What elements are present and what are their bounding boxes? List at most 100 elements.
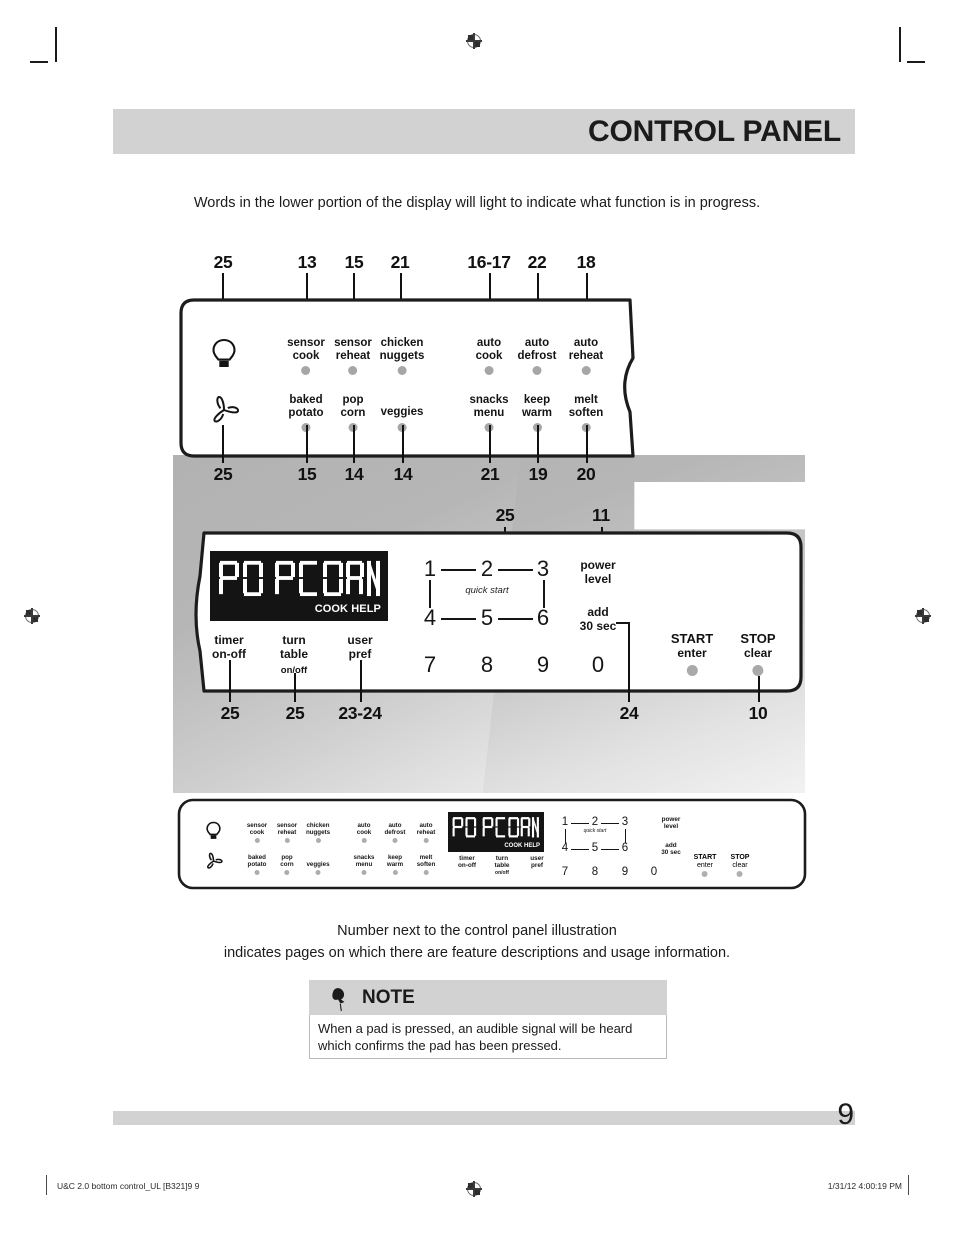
lcd-segment-text — [219, 560, 380, 597]
mini-key-6[interactable]: 6 — [622, 842, 628, 854]
mini-key-4[interactable]: 4 — [562, 842, 568, 854]
label-power-level[interactable]: power level — [580, 558, 616, 586]
mini-pad-sensor-cook[interactable]: sensor cook — [247, 822, 267, 843]
key-3[interactable]: 3 — [537, 556, 549, 582]
mini-pad-auto-cook[interactable]: auto cook — [357, 822, 371, 843]
key-8[interactable]: 8 — [481, 652, 493, 678]
key-7[interactable]: 7 — [424, 652, 436, 678]
mini-key-3[interactable]: 3 — [622, 816, 628, 828]
registration-mark-left — [24, 608, 40, 624]
callout-21-top: 21 — [390, 252, 410, 272]
pad-sensor-cook[interactable]: sensor cook — [287, 337, 325, 376]
mini-pad-chicken-nuggets[interactable]: chicken nuggets — [306, 822, 330, 843]
add-30-sec-line2: 30 sec — [579, 618, 617, 633]
mini-stop-clear-button[interactable]: STOP clear — [731, 854, 749, 878]
start-enter-button[interactable]: START enter — [671, 632, 713, 676]
key-6[interactable]: 6 — [537, 605, 549, 631]
mini-lcd-display: COOK HELP — [448, 812, 544, 852]
stop-label: STOP — [740, 631, 776, 646]
footer-left-text: U&C 2.0 bottom control_UL [B321]9 9 — [57, 1181, 200, 1191]
mini-pad-keep-warm[interactable]: keep warm — [387, 854, 403, 875]
pad-auto-defrost[interactable]: auto defrost — [518, 337, 556, 376]
fan-icon — [213, 395, 240, 423]
mini-pad-auto-reheat[interactable]: auto reheat — [416, 822, 436, 843]
pad-sensor-reheat[interactable]: sensor reheat — [334, 337, 372, 376]
pad-label-line2: reheat — [335, 349, 371, 362]
label-add-30-sec[interactable]: add 30 sec — [579, 605, 617, 633]
mini-lcd-segment-text — [452, 817, 539, 838]
mini-label-power-level[interactable]: power level — [662, 816, 681, 830]
quick-start-label: quick start — [465, 585, 509, 596]
note-text: When a pad is pressed, an audible signal… — [318, 1021, 633, 1053]
pad-auto-reheat[interactable]: auto reheat — [568, 337, 604, 376]
mini-connector-5-6 — [601, 849, 619, 850]
indicator-dot — [348, 366, 358, 376]
pad-label-line2: reheat — [568, 349, 604, 362]
key-2[interactable]: 2 — [481, 556, 493, 582]
mini-pad-sensor-reheat[interactable]: sensor reheat — [277, 822, 297, 843]
pad-label-line1: veggies — [380, 406, 424, 418]
mini-pad-auto-defrost[interactable]: auto defrost — [384, 822, 406, 843]
mini-pad-pop-corn[interactable]: pop corn — [280, 854, 294, 875]
clear-label: clear — [743, 646, 773, 660]
leader-line-25a-main-below — [229, 660, 231, 702]
light-bulb-icon — [206, 821, 221, 839]
mini-cook-help-indicator: COOK HELP — [504, 843, 540, 849]
stop-indicator-dot — [752, 665, 764, 676]
registration-mark-bottom — [466, 1181, 482, 1197]
mini-key-1[interactable]: 1 — [562, 816, 568, 828]
mini-pad-melt-soften[interactable]: melt soften — [416, 854, 436, 875]
mini-start-enter-button[interactable]: START enter — [694, 854, 716, 878]
mini-clear-label: clear — [732, 861, 748, 869]
key-4[interactable]: 4 — [424, 605, 436, 631]
mini-key-5[interactable]: 5 — [592, 842, 598, 854]
mini-key-0[interactable]: 0 — [651, 866, 657, 878]
note-header: NOTE — [309, 980, 667, 1015]
pad-label-line1: chicken — [380, 337, 424, 349]
mini-pad-snacks-menu[interactable]: snacks menu — [354, 854, 375, 875]
add-30-sec-line1: add — [587, 605, 609, 619]
mini-fn-line1: user — [530, 855, 544, 862]
key-0[interactable]: 0 — [592, 652, 604, 678]
power-level-line1: power — [580, 558, 616, 572]
crop-mark-top-right-horizontal — [907, 61, 925, 63]
mini-key-8[interactable]: 8 — [592, 866, 598, 878]
pad-label-line2: menu — [473, 406, 505, 419]
indicator-dot — [392, 838, 398, 843]
mini-pad-baked-potato[interactable]: baked potato — [248, 854, 266, 875]
mini-connector-1-4 — [565, 829, 566, 843]
key-9[interactable]: 9 — [537, 652, 549, 678]
key-5[interactable]: 5 — [481, 605, 493, 631]
indicator-dot — [284, 870, 290, 875]
label-user-pref[interactable]: user pref — [347, 633, 372, 661]
registration-mark-top — [466, 33, 482, 49]
top-panel-outline — [179, 298, 635, 458]
stop-clear-button[interactable]: STOP clear — [740, 631, 776, 676]
pad-auto-cook[interactable]: auto cook — [475, 337, 503, 376]
mini-label-turn-table[interactable]: turn table on/off — [495, 855, 510, 878]
callout-14a-below: 14 — [344, 464, 364, 484]
leader-line-23-24-main-below — [360, 660, 362, 702]
note-body: When a pad is pressed, an audible signal… — [309, 1015, 667, 1059]
pad-label-line2: cook — [475, 349, 503, 362]
mini-pad-line2: reheat — [416, 829, 436, 836]
mini-label-user-pref[interactable]: user pref — [530, 855, 544, 869]
indicator-dot — [361, 838, 367, 843]
mini-key-7[interactable]: 7 — [562, 866, 568, 878]
light-bulb-icon — [212, 338, 236, 367]
mini-label-timer-on-off[interactable]: timer on-off — [458, 855, 476, 869]
mini-label-add-30-sec[interactable]: add 30 sec — [661, 842, 681, 856]
key-1[interactable]: 1 — [424, 556, 436, 582]
callout-19-below: 19 — [528, 464, 548, 484]
label-timer-on-off[interactable]: timer on-off — [212, 633, 246, 661]
mini-fn-line2: on-off — [457, 862, 477, 870]
label-turn-table[interactable]: turn table on/off — [279, 633, 309, 678]
mini-key-9[interactable]: 9 — [622, 866, 628, 878]
pad-chicken-nuggets[interactable]: chicken nuggets — [380, 337, 424, 376]
mini-pad-line2: soften — [416, 861, 436, 868]
mini-power-line2: level — [663, 823, 679, 831]
fn-line2: table — [279, 646, 309, 661]
mini-key-2[interactable]: 2 — [592, 816, 598, 828]
mini-pad-line2: defrost — [384, 829, 406, 836]
mini-pad-veggies[interactable]: veggies — [306, 861, 330, 875]
